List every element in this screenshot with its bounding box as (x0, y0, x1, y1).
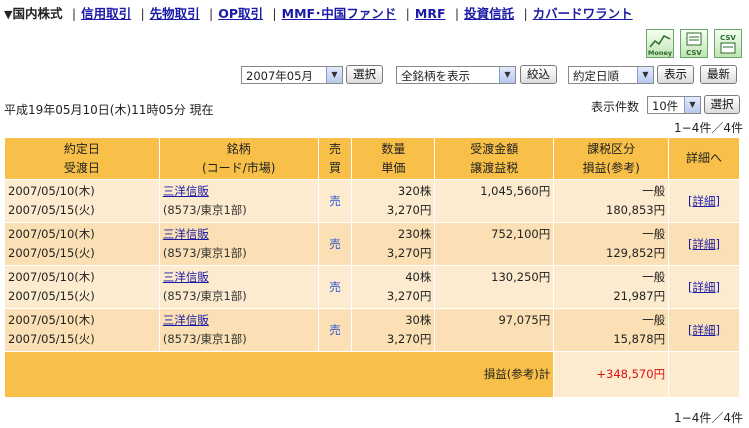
csv-download-icon[interactable]: CSV (714, 29, 742, 58)
side-label: 売 (329, 322, 341, 337)
svg-text:CSV: CSV (720, 34, 736, 42)
display-count-button[interactable]: 選択 (704, 95, 740, 114)
stock-name-link[interactable]: 三洋信販 (163, 227, 209, 241)
sort-select[interactable]: 約定日順 ▼ (568, 66, 654, 84)
nav-current-domestic-stocks: 国内株式 (12, 6, 63, 21)
stock-filter-select[interactable]: 全銘柄を表示 ▼ (396, 66, 516, 84)
header-amount-tax: 受渡金額 譲渡益税 (435, 138, 554, 179)
month-select[interactable]: 2007年05月 ▼ (241, 66, 343, 84)
market-nav: ▼国内株式 | 信用取引 | 先物取引 | OP取引 | MMF･中国ファンド | MRF… (4, 6, 633, 21)
table-row: 2007/05/10(木) 2007/05/15(火) 三洋信販 (8573/東京1… (5, 223, 739, 265)
nav-link-options[interactable]: OP取引 (218, 6, 263, 21)
table-row: 2007/05/10(木) 2007/05/15(火) 三洋信販 (8573/東京1… (5, 266, 739, 308)
side-label: 売 (329, 193, 341, 208)
header-side: 売買 (318, 138, 352, 179)
nav-link-mmf[interactable]: MMF･中国ファンド (282, 6, 397, 21)
header-date: 約定日 受渡日 (5, 138, 159, 179)
side-label: 売 (329, 236, 341, 251)
svg-text:CSV: CSV (686, 49, 702, 57)
month-select-button[interactable]: 選択 (346, 65, 383, 84)
nav-link-funds[interactable]: 投資信託 (464, 6, 514, 21)
detail-link[interactable]: [詳細] (688, 237, 720, 251)
chevron-down-icon: ▼ (499, 67, 515, 83)
chevron-down-icon: ▼ (326, 67, 342, 83)
as-of-timestamp: 平成19年05月10日(木)11時05分 現在 (4, 103, 214, 117)
nav-link-futures[interactable]: 先物取引 (150, 6, 200, 21)
stock-name-link[interactable]: 三洋信販 (163, 184, 209, 198)
detail-link[interactable]: [詳細] (688, 280, 720, 294)
table-row: 2007/05/10(木) 2007/05/15(火) 三洋信販 (8573/東京1… (5, 309, 739, 351)
chevron-down-icon: ▼ (637, 67, 653, 83)
detail-link[interactable]: [詳細] (688, 194, 720, 208)
stock-name-link[interactable]: 三洋信販 (163, 313, 209, 327)
nav-link-covered-warrant[interactable]: カバードワラント (533, 6, 633, 21)
result-range-bottom: 1−4件／4件 (674, 411, 743, 425)
table-header-row: 約定日 受渡日 銘柄 (コード/市場) 売買 数量 単価 受渡金額 譲渡益税 課税区分損… (5, 138, 739, 179)
stock-name-link[interactable]: 三洋信販 (163, 270, 209, 284)
total-profit-value: +348,570円 (554, 352, 669, 397)
narrow-button[interactable]: 絞込 (520, 65, 557, 84)
svg-text:Money: Money (648, 49, 673, 57)
show-button[interactable]: 表示 (657, 65, 694, 84)
csv-icon[interactable]: CSV (680, 29, 708, 58)
nav-link-margin[interactable]: 信用取引 (81, 6, 131, 21)
total-row: 損益(参考)計 +348,570円 (5, 352, 739, 397)
result-range-top: 1−4件／4件 (674, 121, 743, 135)
trade-history-table: 約定日 受渡日 銘柄 (コード/市場) 売買 数量 単価 受渡金額 譲渡益税 課税区分損… (4, 137, 740, 398)
total-label: 損益(参考)計 (5, 352, 554, 397)
header-detail: 詳細へ (669, 138, 739, 179)
table-row: 2007/05/10(木) 2007/05/15(火) 三洋信販 (8573/東京1… (5, 180, 739, 222)
display-count-label: 表示件数 (591, 100, 640, 114)
nav-link-mrf[interactable]: MRF (415, 6, 446, 21)
side-label: 売 (329, 279, 341, 294)
header-stock: 銘柄 (コード/市場) (159, 138, 318, 179)
chart-money-icon[interactable]: Money (646, 29, 674, 58)
header-taxclass-pl: 課税区分 損益(参考) (554, 138, 669, 179)
chevron-down-icon: ▼ (684, 97, 700, 113)
detail-link[interactable]: [詳細] (688, 323, 720, 337)
refresh-button[interactable]: 最新 (700, 65, 737, 84)
export-icons: Money CSV CSV (646, 29, 742, 58)
display-count-select[interactable]: 10件 ▼ (647, 96, 701, 114)
header-qty-price: 数量 単価 (352, 138, 435, 179)
